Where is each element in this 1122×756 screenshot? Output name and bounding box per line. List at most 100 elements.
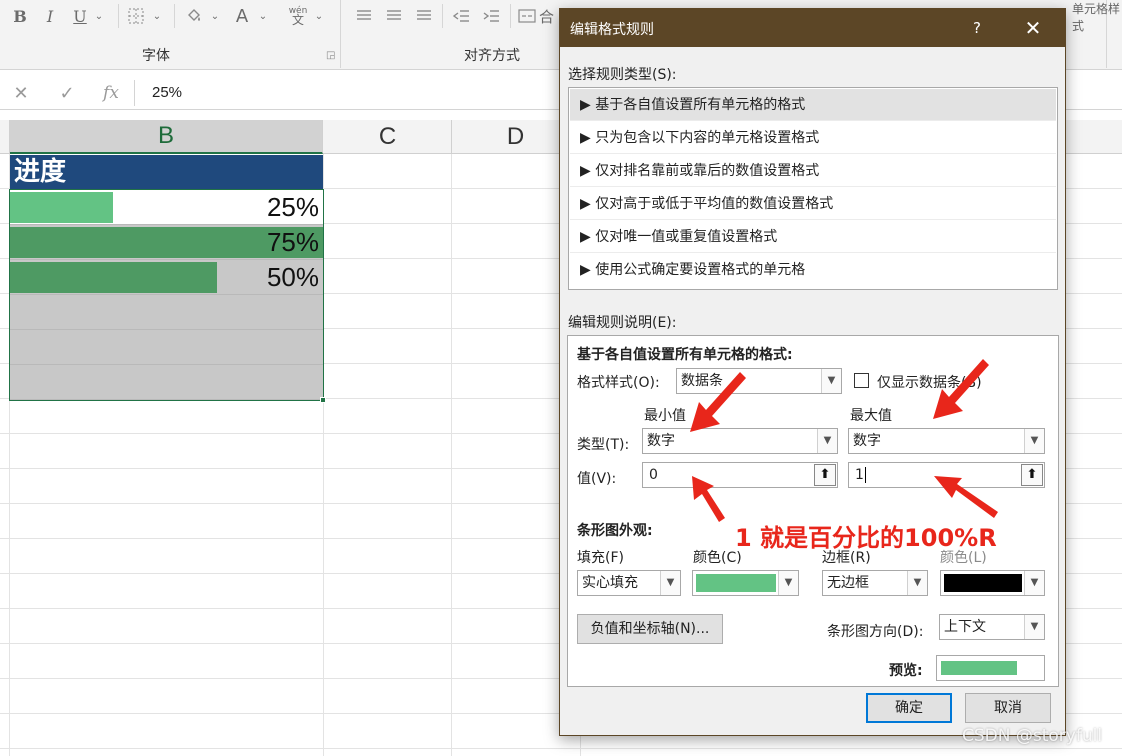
data-bar <box>10 262 217 293</box>
edit-format-rule-dialog: 编辑格式规则 ? ✕ 选择规则类型(S): ▶ 基于各自值设置所有单元格的格式 … <box>559 8 1066 736</box>
progress-cell-row-3[interactable]: 50% <box>10 260 323 295</box>
percent-value: 75% <box>266 227 319 257</box>
help-icon[interactable]: ? <box>964 15 990 41</box>
chevron-down-icon: ▼ <box>1024 429 1044 453</box>
format-style-select[interactable]: 数据条 ▼ <box>676 368 842 394</box>
cancel-icon[interactable]: ✕ <box>8 80 34 106</box>
percent-value: 25% <box>266 192 319 222</box>
bold-icon[interactable]: B <box>10 4 30 28</box>
align-middle-icon[interactable] <box>382 4 406 28</box>
value-label: 值(V): <box>577 471 617 487</box>
direction-label: 条形图方向(D): <box>827 624 924 640</box>
italic-icon[interactable]: I <box>40 4 60 28</box>
max-value-input[interactable]: 1 ⬆ <box>848 462 1045 488</box>
grid-column-line <box>323 120 324 756</box>
rule-type-item[interactable]: ▶ 仅对高于或低于平均值的数值设置格式 <box>570 188 1056 220</box>
empty-selected-cell[interactable] <box>10 330 323 365</box>
border-color-swatch <box>944 574 1022 592</box>
rule-description-panel: 基于各自值设置所有单元格的格式: 格式样式(O): 数据条 ▼ 仅显示数据条(B… <box>567 335 1059 687</box>
chevron-down-icon: ▼ <box>907 571 927 595</box>
border-icon[interactable] <box>124 4 148 28</box>
fill-handle[interactable] <box>320 397 326 403</box>
insert-function-icon[interactable]: fx <box>98 80 124 106</box>
align-group-label: 对齐方式 <box>464 48 520 64</box>
font-dialog-launcher-icon[interactable]: ◲ <box>326 50 335 61</box>
preview-box <box>936 655 1045 681</box>
font-color-dropdown-icon[interactable]: ⌄ <box>256 4 270 28</box>
ribbon-right-label[interactable]: 单元格样式 <box>1072 0 1122 34</box>
font-color-icon[interactable]: A <box>230 4 254 28</box>
chevron-down-icon: ▼ <box>1024 615 1044 639</box>
fill-color-select[interactable]: ▼ <box>692 570 799 596</box>
ok-button[interactable]: 确定 <box>866 693 952 723</box>
cancel-button[interactable]: 取消 <box>965 693 1051 723</box>
confirm-icon[interactable]: ✓ <box>54 80 80 106</box>
border-color-select[interactable]: ▼ <box>940 570 1045 596</box>
rule-type-list: ▶ 基于各自值设置所有单元格的格式 ▶ 只为包含以下内容的单元格设置格式 ▶ 仅… <box>568 87 1058 290</box>
min-label: 最小值 <box>644 408 686 424</box>
phonetic-dropdown-icon[interactable]: ⌄ <box>312 4 326 28</box>
phonetic-icon[interactable]: wén 文 <box>286 4 310 28</box>
chevron-down-icon: ▼ <box>778 571 798 595</box>
edit-rule-description-label: 编辑规则说明(E): <box>568 315 677 331</box>
rule-type-item[interactable]: ▶ 使用公式确定要设置格式的单元格 <box>570 254 1056 286</box>
fill-type-select[interactable]: 实心填充 ▼ <box>577 570 681 596</box>
ribbon-separator <box>442 4 443 28</box>
underline-dropdown-icon[interactable]: ⌄ <box>92 4 106 28</box>
percent-value: 50% <box>266 262 319 292</box>
column-header-b[interactable]: B <box>10 120 323 154</box>
format-style-label: 格式样式(O): <box>577 375 660 391</box>
close-icon[interactable]: ✕ <box>1020 15 1046 41</box>
ribbon-separator <box>118 4 119 28</box>
ribbon-separator <box>174 4 175 28</box>
select-rule-type-label: 选择规则类型(S): <box>568 67 677 83</box>
watermark: CSDN @storyfull <box>962 726 1103 746</box>
fill-color-icon[interactable] <box>182 4 206 28</box>
align-top-icon[interactable] <box>352 4 376 28</box>
border-dropdown-icon[interactable]: ⌄ <box>150 4 164 28</box>
max-label: 最大值 <box>850 408 892 424</box>
ribbon-separator <box>510 4 511 28</box>
data-bar <box>10 192 113 223</box>
dialog-title: 编辑格式规则 <box>570 22 654 38</box>
preview-label: 预览: <box>889 663 923 679</box>
rule-type-item[interactable]: ▶ 仅对排名靠前或靠后的数值设置格式 <box>570 155 1056 187</box>
increase-indent-icon[interactable] <box>480 4 504 28</box>
bar-appearance-label: 条形图外观: <box>577 523 653 539</box>
rule-type-item[interactable]: ▶ 仅对唯一值或重复值设置格式 <box>570 221 1056 253</box>
progress-cell-row-1[interactable]: 25% <box>10 190 323 225</box>
formula-input[interactable]: 25% <box>152 84 182 101</box>
direction-select[interactable]: 上下文 ▼ <box>939 614 1045 640</box>
fill-color-dropdown-icon[interactable]: ⌄ <box>208 4 222 28</box>
chevron-down-icon: ▼ <box>821 369 841 393</box>
empty-selected-cell[interactable] <box>10 295 323 330</box>
annotation-text: 1 就是百分比的100%R <box>735 524 997 552</box>
dialog-titlebar[interactable]: 编辑格式规则 ? ✕ <box>560 9 1065 47</box>
rule-type-item[interactable]: ▶ 只为包含以下内容的单元格设置格式 <box>570 122 1056 154</box>
underline-icon[interactable]: U <box>70 4 90 28</box>
progress-cell-row-2[interactable]: 75% <box>10 225 323 260</box>
merge-button[interactable]: 合 <box>518 4 558 28</box>
negative-axis-button[interactable]: 负值和坐标轴(N)... <box>577 614 723 644</box>
rule-type-item[interactable]: ▶ 基于各自值设置所有单元格的格式 <box>570 89 1056 121</box>
align-bottom-icon[interactable] <box>412 4 436 28</box>
edit-heading: 基于各自值设置所有单元格的格式: <box>577 347 793 363</box>
grid-column-line <box>451 120 452 756</box>
min-value-input[interactable]: 0 ⬆ <box>642 462 838 488</box>
select-all-corner[interactable] <box>0 120 10 154</box>
range-picker-icon[interactable]: ⬆ <box>814 464 836 486</box>
decrease-indent-icon[interactable] <box>450 4 474 28</box>
column-header-c[interactable]: C <box>324 120 452 154</box>
progress-header-cell[interactable]: 进度 <box>10 155 323 190</box>
fill-label: 填充(F) <box>577 550 624 566</box>
empty-selected-cell[interactable] <box>10 365 323 400</box>
range-picker-icon[interactable]: ⬆ <box>1021 464 1043 486</box>
min-type-select[interactable]: 数字 ▼ <box>642 428 838 454</box>
border-type-select[interactable]: 无边框 ▼ <box>822 570 928 596</box>
text-cursor <box>864 467 866 483</box>
preview-bar <box>941 661 1017 675</box>
show-bar-only-label: 仅显示数据条(B) <box>877 375 982 391</box>
fill-color-swatch <box>696 574 776 592</box>
show-bar-only-checkbox[interactable] <box>854 373 869 388</box>
max-type-select[interactable]: 数字 ▼ <box>848 428 1045 454</box>
